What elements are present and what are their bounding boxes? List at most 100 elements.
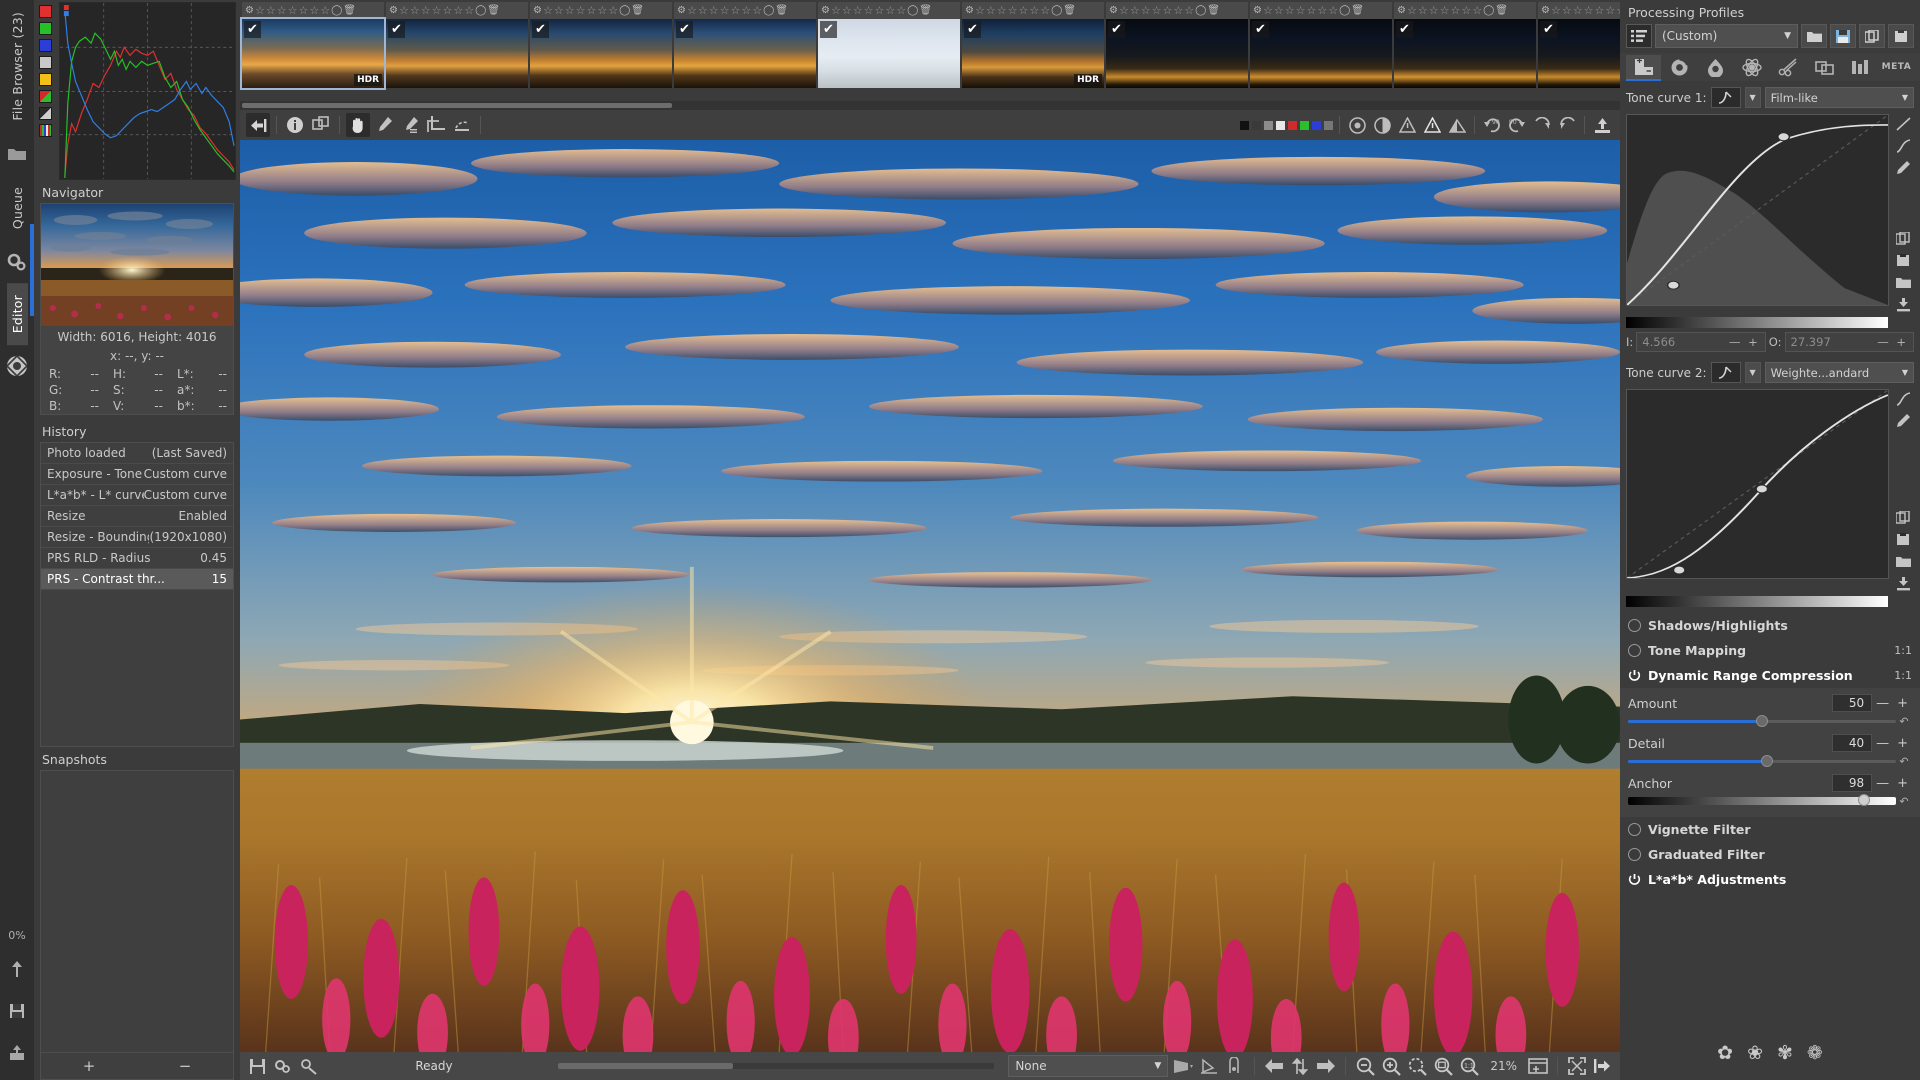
curve-edit-icon[interactable] [1892, 158, 1914, 177]
add-snapshot-button[interactable]: + [41, 1053, 137, 1079]
thumb-1[interactable]: ⚙ ☆ ☆ ☆ ☆ ☆ ☆ ☆ ◯ 🗑 ✔ HDR [240, 2, 386, 90]
rating-star[interactable]: ☆ [1296, 4, 1306, 17]
thumbnail-image[interactable]: ✔ HDR [962, 19, 1104, 88]
rating-star[interactable]: ☆ [687, 4, 697, 17]
selected-check-icon[interactable]: ✔ [1252, 21, 1269, 38]
rating-star[interactable]: ☆ [864, 4, 874, 17]
trash-icon[interactable]: 🗑 [343, 5, 356, 16]
rating-star[interactable]: ☆ [1119, 4, 1129, 17]
processing-profile-icon[interactable]: ⚙ [677, 5, 686, 16]
rating-star[interactable]: ☆ [842, 4, 852, 17]
selected-check-icon[interactable]: ✔ [532, 21, 549, 38]
before-after-split-icon[interactable] [1527, 1055, 1549, 1077]
unrated-icon[interactable]: ◯ [763, 5, 774, 16]
slider-anchor-increment[interactable]: + [1893, 776, 1912, 791]
tone-curve-1-output-field[interactable]: 27.397 — + [1784, 332, 1915, 352]
history-row[interactable]: Exposure - Tone c... Custom curve [41, 464, 233, 485]
history-row[interactable]: Resize - Bounding... (1920x1080) [41, 527, 233, 548]
rating-star[interactable]: ☆ [986, 4, 996, 17]
filmstrip-scrollbar[interactable] [240, 101, 1620, 110]
thumbnail-image[interactable]: ✔ [1250, 19, 1392, 88]
rating-star[interactable]: ☆ [309, 4, 319, 17]
remove-snapshot-button[interactable]: − [137, 1053, 233, 1079]
processing-profile-icon[interactable]: ⚙ [1253, 5, 1262, 16]
toggle-right-panel-icon[interactable] [1592, 1055, 1614, 1077]
rating-star[interactable]: ☆ [1551, 4, 1561, 17]
selected-check-icon[interactable]: ✔ [964, 21, 981, 38]
trash-icon[interactable]: 🗑 [487, 5, 500, 16]
rating-star[interactable]: ☆ [1418, 4, 1428, 17]
unrated-icon[interactable]: ◯ [331, 5, 342, 16]
history-list[interactable]: Photo loaded (Last Saved) Exposure - Ton… [40, 442, 234, 747]
tab-queue[interactable]: Queue [7, 175, 28, 241]
tone-curve-1-input-field[interactable]: 4.566 — + [1636, 332, 1766, 352]
curve-paste-icon[interactable] [1892, 251, 1914, 270]
thumb-3[interactable]: ⚙ ☆ ☆ ☆ ☆ ☆ ☆ ☆ ◯ 🗑 ✔ [530, 2, 672, 88]
rating-star[interactable]: ☆ [453, 4, 463, 17]
slider-detail-decrement[interactable]: — [1872, 736, 1893, 751]
rating-star[interactable]: ☆ [421, 4, 431, 17]
power-off-icon[interactable] [1628, 848, 1641, 861]
indicator-gray[interactable] [1324, 120, 1333, 130]
history-row[interactable]: L*a*b* - L* curve Custom curve [41, 485, 233, 506]
processing-profile-icon[interactable]: ⚙ [1541, 5, 1550, 16]
tone-curve-1-type-select[interactable]: Film-like ▼ [1764, 87, 1914, 108]
tab-editor[interactable]: Editor [6, 282, 28, 345]
processing-profile-icon[interactable]: ⚙ [1397, 5, 1406, 16]
slider-amount-increment[interactable]: + [1893, 696, 1912, 711]
profile-list-icon[interactable] [1626, 24, 1652, 48]
indicator-dark[interactable] [1252, 120, 1261, 130]
curve2-type-icon[interactable] [1710, 362, 1741, 383]
histogram-luminance-toggle[interactable] [39, 56, 52, 69]
processing-profile-icon[interactable]: ⚙ [389, 5, 398, 16]
input-stepper[interactable]: — + [1729, 335, 1760, 349]
indicator-black[interactable] [1240, 120, 1249, 130]
rating-star[interactable]: ☆ [543, 4, 553, 17]
thumbnail-image[interactable]: ✔ [818, 19, 960, 88]
trash-icon[interactable]: 🗑 [775, 5, 788, 16]
slider-detail-knob[interactable] [1761, 754, 1774, 767]
zoom-in-icon[interactable] [1380, 1055, 1402, 1077]
curve2-load-icon[interactable] [1892, 552, 1914, 571]
clipped-shadows-icon[interactable] [1395, 113, 1419, 137]
slider-anchor-track[interactable] [1628, 794, 1896, 806]
rating-star[interactable]: ☆ [442, 4, 452, 17]
tab-advanced[interactable] [1734, 55, 1769, 81]
histogram-red-toggle[interactable] [39, 5, 52, 18]
rating-star[interactable]: ☆ [741, 4, 751, 17]
thumbnail-image[interactable]: ✔ [1394, 19, 1536, 88]
trash-icon[interactable]: 🗑 [1351, 5, 1364, 16]
sync-filmstrip-icon[interactable] [1289, 1055, 1311, 1077]
hand-tool-icon[interactable] [346, 113, 370, 137]
flip-horizontal-icon[interactable] [1530, 113, 1554, 137]
rating-star[interactable]: ☆ [1461, 4, 1471, 17]
histogram-chroma-toggle[interactable] [39, 73, 52, 86]
tool-dynamic-range-compression[interactable]: Dynamic Range Compression 1:1 [1620, 663, 1920, 688]
selected-check-icon[interactable]: ✔ [1540, 21, 1557, 38]
unrated-icon[interactable]: ◯ [475, 5, 486, 16]
rating-star[interactable]: ☆ [565, 4, 575, 17]
rating-star[interactable]: ☆ [752, 4, 762, 17]
trash-icon[interactable]: 🗑 [1495, 5, 1508, 16]
rating-star[interactable]: ☆ [1141, 4, 1151, 17]
curve2-paste-icon[interactable] [1892, 530, 1914, 549]
rating-star[interactable]: ☆ [597, 4, 607, 17]
rating-star[interactable]: ☆ [1306, 4, 1316, 17]
send-to-queue-icon[interactable] [4, 956, 30, 982]
rating-star[interactable]: ☆ [608, 4, 618, 17]
rating-star[interactable]: ☆ [1184, 4, 1194, 17]
thumb-7[interactable]: ⚙ ☆ ☆ ☆ ☆ ☆ ☆ ☆ ◯ 🗑 ✔ [1106, 2, 1248, 88]
thumb-9[interactable]: ⚙ ☆ ☆ ☆ ☆ ☆ ☆ ☆ ◯ 🗑 ✔ [1394, 2, 1536, 88]
selected-check-icon[interactable]: ✔ [388, 21, 405, 38]
zoom-out-icon[interactable] [1354, 1055, 1376, 1077]
send-to-queue-icon[interactable] [1590, 113, 1614, 137]
slider-amount-track[interactable] [1628, 714, 1896, 727]
slider-anchor-reset[interactable]: ↶ [1896, 795, 1912, 808]
rating-star[interactable]: ☆ [1605, 4, 1615, 17]
processing-profile-icon[interactable]: ⚙ [821, 5, 830, 16]
tool-lab-adjustments[interactable]: L*a*b* Adjustments [1620, 867, 1920, 892]
unrated-icon[interactable]: ◯ [1195, 5, 1206, 16]
curve-load-icon[interactable] [1892, 273, 1914, 292]
rating-star[interactable]: ☆ [464, 4, 474, 17]
tab-metadata[interactable]: META [1879, 55, 1914, 81]
